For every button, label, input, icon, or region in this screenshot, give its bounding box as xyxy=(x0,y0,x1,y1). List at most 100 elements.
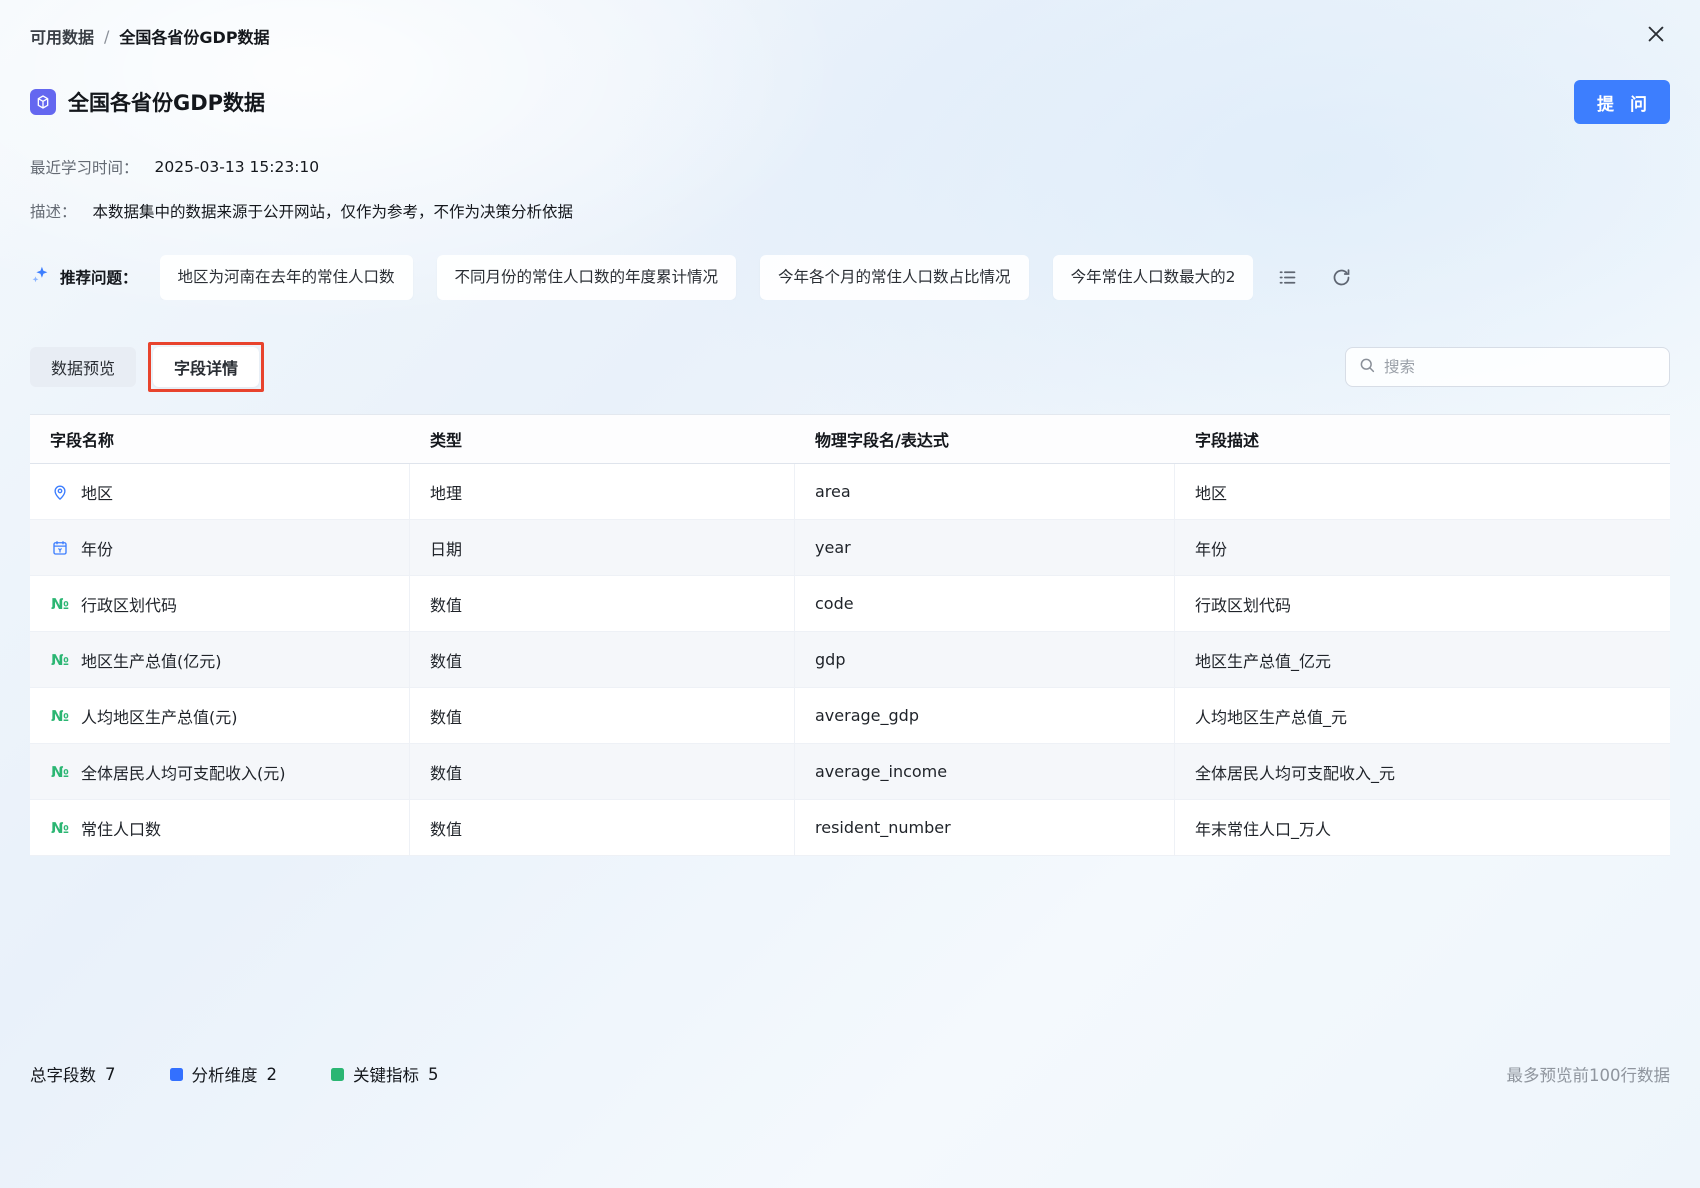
field-desc: 年份 xyxy=(1195,539,1228,559)
numeric-icon: № xyxy=(50,762,70,781)
recommend-row: 推荐问题： 地区为河南在去年的常住人口数 不同月份的常住人口数的年度累计情况 今年各… xyxy=(30,254,1670,300)
annotation-highlight: 字段详情 xyxy=(148,342,265,392)
learn-time-row: 最近学习时间： 2025-03-13 15:23:10 xyxy=(30,156,1670,178)
breadcrumb: 可用数据 / 全国各省份GDP数据 xyxy=(30,24,270,48)
tab-field-detail[interactable]: 字段详情 xyxy=(153,347,260,387)
search-input[interactable] xyxy=(1384,358,1657,376)
page-title: 全国各省份GDP数据 xyxy=(68,91,266,115)
field-name-cell: № 行政区划代码 xyxy=(30,576,410,631)
numeric-icon: № xyxy=(50,706,70,725)
field-desc: 地区 xyxy=(1195,483,1228,503)
field-name-cell: № 常住人口数 xyxy=(30,800,410,855)
field-physical: average_income xyxy=(795,744,1175,799)
numeric-icon: № xyxy=(50,594,70,613)
search-icon xyxy=(1358,356,1376,378)
metric-value: 5 xyxy=(428,1064,439,1084)
close-button[interactable] xyxy=(1642,22,1670,50)
table-row: 地区 地理 area 地区 xyxy=(30,464,1670,520)
field-desc: 全体居民人均可支配收入_元 xyxy=(1195,763,1396,783)
field-type: 数值 xyxy=(410,632,795,687)
field-physical: gdp xyxy=(795,632,1175,687)
dimension-value: 2 xyxy=(266,1064,278,1084)
dimension-stat: 分析维度 2 xyxy=(169,1062,278,1086)
column-header-physical: 物理字段名/表达式 xyxy=(815,431,949,450)
tab-data-preview[interactable]: 数据预览 xyxy=(30,347,137,387)
field-type: 数值 xyxy=(410,800,795,855)
tabs: 数据预览 字段详情 xyxy=(30,342,265,392)
dimension-square-icon xyxy=(169,1067,183,1081)
title-row: 全国各省份GDP数据 提 问 xyxy=(30,80,1670,124)
field-name: 地区生产总值(亿元) xyxy=(81,651,222,671)
table-row: 年份 日期 year 年份 xyxy=(30,520,1670,576)
breadcrumb-separator: / xyxy=(104,26,110,46)
field-name: 地区 xyxy=(81,483,114,503)
field-name-cell: 地区 xyxy=(30,464,410,519)
field-type: 数值 xyxy=(410,744,795,799)
table-row: № 地区生产总值(亿元) 数值 gdp 地区生产总值_亿元 xyxy=(30,632,1670,688)
total-fields-label: 总字段数 xyxy=(30,1066,96,1085)
table-row: № 人均地区生产总值(元) 数值 average_gdp 人均地区生产总值_元 xyxy=(30,688,1670,744)
field-name: 全体居民人均可支配收入(元) xyxy=(81,763,286,783)
field-type: 数值 xyxy=(410,576,795,631)
recommend-chip[interactable]: 不同月份的常住人口数的年度累计情况 xyxy=(436,254,737,300)
breadcrumb-parent[interactable]: 可用数据 xyxy=(30,24,94,48)
refresh-icon[interactable] xyxy=(1329,265,1353,289)
recommend-label: 推荐问题： xyxy=(60,269,138,287)
ask-button[interactable]: 提 问 xyxy=(1574,80,1670,124)
field-name-cell: 年份 xyxy=(30,520,410,575)
dimension-label: 分析维度 xyxy=(191,1066,258,1085)
field-name: 行政区划代码 xyxy=(81,595,178,615)
footer-stats: 总字段数 7 分析维度 2 关键指标 5 xyxy=(30,1062,439,1086)
column-header-desc: 字段描述 xyxy=(1195,431,1260,450)
field-desc: 年末常住人口_万人 xyxy=(1195,819,1332,839)
recommend-chip[interactable]: 地区为河南在去年的常住人口数 xyxy=(159,254,413,300)
description-row: 描述： 本数据集中的数据来源于公开网站，仅作为参考，不作为决策分析依据 xyxy=(30,200,1670,222)
column-header-name: 字段名称 xyxy=(50,431,115,450)
field-table: 字段名称 类型 物理字段名/表达式 字段描述 地区 地理 area 地区 年份 日期 yea… xyxy=(30,414,1670,856)
field-name-cell: № 全体居民人均可支配收入(元) xyxy=(30,744,410,799)
recommend-chip[interactable]: 今年各个月的常住人口数占比情况 xyxy=(760,254,1029,300)
field-type: 日期 xyxy=(410,520,795,575)
dataset-detail-panel: 可用数据 / 全国各省份GDP数据 全国各省份GDP数据 提 问 最近学习时间：… xyxy=(0,0,1700,1188)
field-physical: average_gdp xyxy=(795,688,1175,743)
field-type: 地理 xyxy=(410,464,795,519)
footer-bar: 总字段数 7 分析维度 2 关键指标 5 最多预览前100行数据 xyxy=(30,1062,1670,1086)
location-pin-icon xyxy=(50,483,70,501)
dataset-cube-icon xyxy=(30,89,56,115)
field-physical: code xyxy=(795,576,1175,631)
total-fields-stat: 总字段数 7 xyxy=(30,1062,116,1086)
metric-label: 关键指标 xyxy=(353,1066,419,1085)
top-bar: 可用数据 / 全国各省份GDP数据 xyxy=(30,20,1670,52)
description-label: 描述： xyxy=(30,203,77,221)
title-group: 全国各省份GDP数据 xyxy=(30,87,265,117)
field-physical: area xyxy=(795,464,1175,519)
tab-row: 数据预览 字段详情 xyxy=(30,342,1670,392)
recommend-label-group: 推荐问题： xyxy=(30,264,138,290)
recommend-chips: 地区为河南在去年的常住人口数 不同月份的常住人口数的年度累计情况 今年各个月的常住人… xyxy=(159,254,1254,300)
recommend-chip[interactable]: 今年常住人口数最大的2 xyxy=(1052,254,1254,300)
table-row: № 行政区划代码 数值 code 行政区划代码 xyxy=(30,576,1670,632)
metric-stat: 关键指标 5 xyxy=(331,1062,439,1086)
question-list-icon[interactable] xyxy=(1275,265,1299,289)
field-physical: resident_number xyxy=(795,800,1175,855)
breadcrumb-current: 全国各省份GDP数据 xyxy=(119,28,270,47)
total-fields-value: 7 xyxy=(105,1064,116,1084)
field-name-cell: № 人均地区生产总值(元) xyxy=(30,688,410,743)
description-value: 本数据集中的数据来源于公开网站，仅作为参考，不作为决策分析依据 xyxy=(92,203,574,221)
field-desc: 地区生产总值_亿元 xyxy=(1195,651,1332,671)
numeric-icon: № xyxy=(50,650,70,669)
column-header-type: 类型 xyxy=(430,431,463,450)
search-box xyxy=(1345,347,1670,387)
close-icon xyxy=(1645,23,1667,49)
sparkle-icon xyxy=(30,264,52,290)
numeric-icon: № xyxy=(50,818,70,837)
field-desc: 人均地区生产总值_元 xyxy=(1195,707,1348,727)
field-name: 人均地区生产总值(元) xyxy=(81,707,238,727)
table-row: № 全体居民人均可支配收入(元) 数值 average_income 全体居民人均可支配… xyxy=(30,744,1670,800)
learn-time-label: 最近学习时间： xyxy=(30,159,139,177)
field-type: 数值 xyxy=(410,688,795,743)
recommend-tools xyxy=(1275,265,1353,289)
learn-time-value: 2025-03-13 15:23:10 xyxy=(154,158,320,176)
table-row: № 常住人口数 数值 resident_number 年末常住人口_万人 xyxy=(30,800,1670,856)
field-name: 年份 xyxy=(81,539,114,559)
